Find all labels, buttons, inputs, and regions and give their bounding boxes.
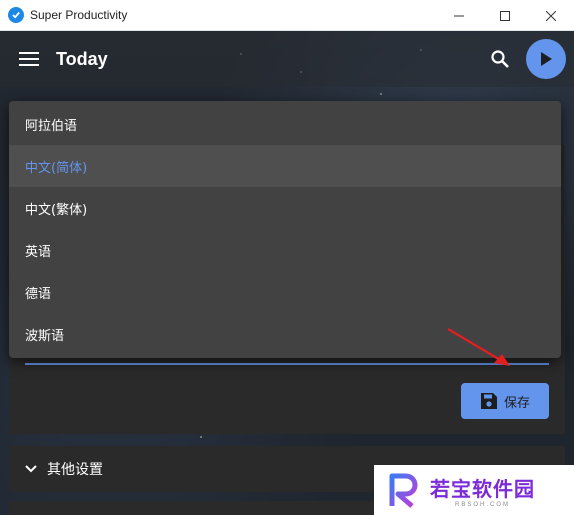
menu-button[interactable]: [14, 44, 44, 74]
window-titlebar: Super Productivity: [0, 0, 574, 31]
menu-icon: [19, 52, 39, 66]
minimize-button[interactable]: [436, 0, 482, 31]
watermark: 若宝软件园 RBSOH.COM: [374, 465, 574, 515]
watermark-text: 若宝软件园: [430, 476, 535, 501]
language-option-english[interactable]: 英语: [9, 229, 561, 271]
language-option-chinese-simplified[interactable]: 中文(简体): [9, 145, 561, 187]
watermark-logo-icon: [389, 473, 418, 508]
language-option-arabic[interactable]: 阿拉伯语: [9, 103, 561, 145]
close-icon: [546, 10, 556, 21]
language-option-german[interactable]: 德语: [9, 271, 561, 313]
language-dropdown: 阿拉伯语 中文(简体) 中文(繁体) 英语 德语 波斯语: [9, 101, 561, 358]
app-logo-icon: [8, 7, 24, 23]
other-settings-label: 其他设置: [47, 462, 103, 478]
close-button[interactable]: [528, 0, 574, 31]
minimize-icon: [454, 15, 464, 16]
maximize-icon: [500, 10, 510, 21]
save-button[interactable]: 保存: [461, 383, 549, 419]
save-icon: [480, 393, 497, 409]
save-button-label: 保存: [503, 395, 530, 411]
search-button[interactable]: [486, 45, 514, 73]
window-controls: [436, 0, 574, 31]
language-option-chinese-traditional[interactable]: 中文(繁体): [9, 187, 561, 229]
play-icon: [541, 52, 552, 66]
watermark-subtext: RBSOH.COM: [454, 501, 510, 508]
window-title: Super Productivity: [30, 8, 128, 22]
app-area: Today 保存 其他设置 阿拉伯语 中文(简体) 中文(繁体) 英语 德语 波…: [0, 31, 574, 515]
chevron-down-icon: [25, 465, 37, 473]
maximize-button[interactable]: [482, 0, 528, 31]
search-icon: [491, 50, 509, 68]
play-button[interactable]: [526, 39, 566, 79]
annotation-arrow-icon: [447, 328, 510, 366]
page-title: Today: [56, 48, 108, 69]
